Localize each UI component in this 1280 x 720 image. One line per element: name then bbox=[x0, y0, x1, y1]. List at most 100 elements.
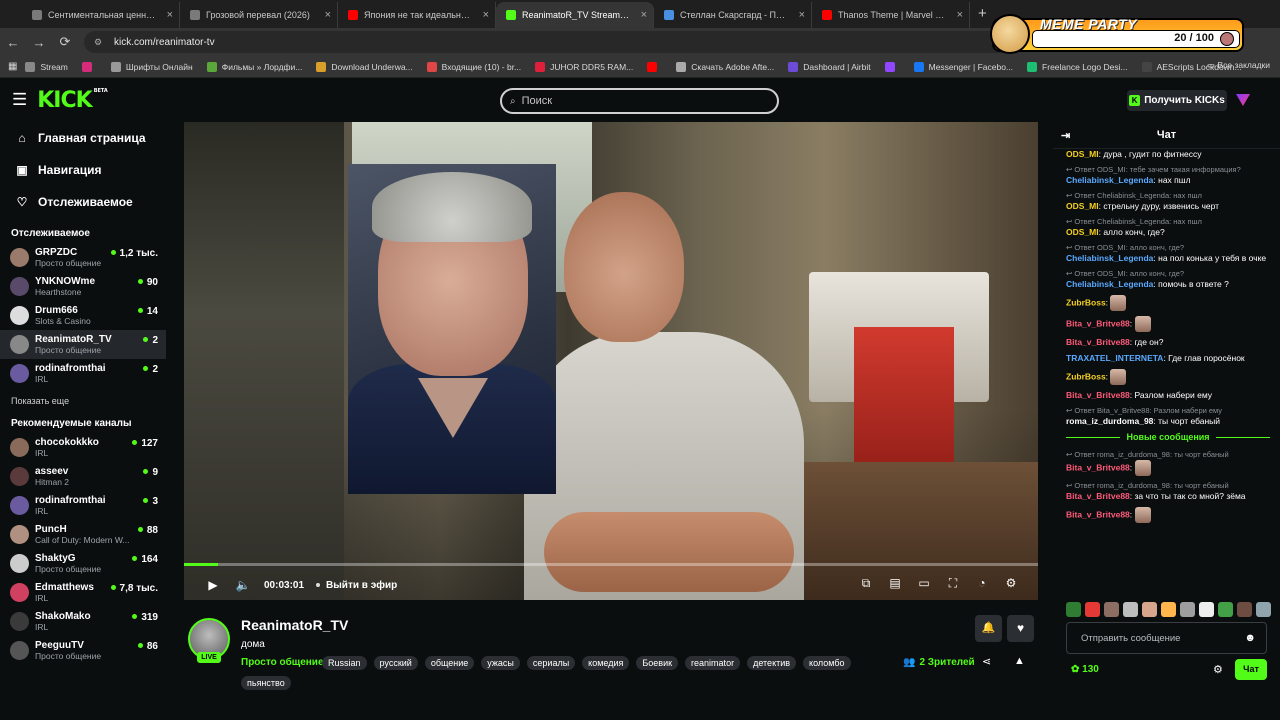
theater-mode-icon[interactable]: ▭ bbox=[913, 576, 935, 591]
show-more-link[interactable]: Показать еще bbox=[0, 388, 166, 412]
profile-avatar-icon[interactable] bbox=[1220, 32, 1234, 46]
browser-tab[interactable]: ReanimatoR_TV Stream - Watch × bbox=[496, 2, 654, 28]
stream-tag[interactable]: комедия bbox=[582, 656, 630, 670]
kicks-balance[interactable]: ✿ 130 bbox=[1071, 664, 1099, 675]
stream-tag[interactable]: reanimator bbox=[685, 656, 741, 670]
stream-tag[interactable]: сериалы bbox=[526, 656, 576, 670]
chat-username[interactable]: Bita_v_Britve88 bbox=[1066, 337, 1130, 347]
chat-username[interactable]: ODS_MI bbox=[1066, 227, 1099, 237]
tab-close-icon[interactable]: × bbox=[799, 9, 805, 21]
emote-icon[interactable] bbox=[1123, 602, 1138, 617]
chat-username[interactable]: Cheliabinsk_Legenda bbox=[1066, 253, 1153, 263]
channel-item[interactable]: YNKNOWme Hearthstone 90 bbox=[0, 272, 166, 301]
channel-item[interactable]: asseev Hitman 2 9 bbox=[0, 462, 166, 491]
bookmark-item[interactable] bbox=[647, 61, 662, 72]
stream-tag[interactable]: Russian bbox=[322, 656, 367, 670]
tab-close-icon[interactable]: × bbox=[957, 9, 963, 21]
emote-icon[interactable] bbox=[1104, 602, 1119, 617]
back-icon[interactable]: ← bbox=[0, 35, 26, 50]
tab-close-icon[interactable]: × bbox=[167, 9, 173, 21]
report-icon[interactable]: ▲ bbox=[1014, 655, 1025, 667]
search-input[interactable]: ⌕ Поиск bbox=[500, 88, 779, 114]
stream-tag[interactable]: ужасы bbox=[481, 656, 520, 670]
share-icon[interactable]: ⋖ bbox=[982, 655, 991, 668]
all-bookmarks-link[interactable]: ▭ Все закладки bbox=[1207, 60, 1270, 71]
bookmark-item[interactable]: Шрифты Онлайн bbox=[110, 61, 193, 72]
browser-tab[interactable]: Грозовой перевал (2026) × bbox=[180, 2, 338, 28]
browser-tab[interactable]: Сентиментальная ценность (2 × bbox=[22, 2, 180, 28]
notification-bell-button[interactable]: 🔔 bbox=[975, 615, 1002, 642]
bookmark-item[interactable]: Фильмы » Лордфи... bbox=[206, 61, 302, 72]
chat-username[interactable]: Bita_v_Britve88 bbox=[1066, 390, 1130, 400]
nav-item[interactable]: ♡ Отслеживаемое bbox=[0, 186, 166, 218]
browser-tab[interactable]: Стеллан Скарсгард - Поиск в × bbox=[654, 2, 812, 28]
streamer-name[interactable]: ReanimatoR_TV bbox=[241, 617, 348, 633]
chat-username[interactable]: Cheliabinsk_Legenda bbox=[1066, 279, 1153, 289]
video-player[interactable]: ▶ 🔈 00:03:01 Выйти в эфир ⧉ ▤ ▭ ⛶ ◔ ⚙ bbox=[184, 122, 1038, 600]
chat-username[interactable]: Cheliabinsk_Legenda bbox=[1066, 175, 1153, 185]
apps-grid-icon[interactable]: ▦ bbox=[8, 61, 17, 72]
chat-settings-icon[interactable]: ⚙ bbox=[1213, 663, 1223, 676]
emote-icon[interactable] bbox=[1085, 602, 1100, 617]
bookmark-item[interactable]: Download Underwa... bbox=[316, 61, 413, 72]
stream-tag[interactable]: русский bbox=[373, 656, 418, 670]
stream-tag[interactable]: коломбо bbox=[803, 656, 851, 670]
emote-icon[interactable] bbox=[1218, 602, 1233, 617]
stream-tag[interactable]: общение bbox=[424, 656, 475, 670]
channel-item[interactable]: GRPZDC Просто общение 1,2 тыс. bbox=[0, 243, 166, 272]
kick-logo[interactable]: KICK BETA bbox=[37, 88, 108, 113]
emote-icon[interactable] bbox=[1066, 602, 1081, 617]
chat-username[interactable]: TRAXATEL_INTERNETA bbox=[1066, 353, 1163, 363]
settings-icon[interactable]: ⚙ bbox=[1000, 576, 1022, 591]
chat-username[interactable]: ZubrBoss bbox=[1066, 297, 1106, 307]
collapse-chat-icon[interactable]: ⇥ bbox=[1061, 129, 1070, 142]
pip-icon[interactable]: ⧉ bbox=[855, 576, 877, 591]
stream-tag[interactable]: пьянство bbox=[241, 676, 291, 690]
reload-icon[interactable]: ⟳ bbox=[52, 34, 78, 50]
channel-item[interactable]: PeeguuTV Просто общение 86 bbox=[0, 636, 166, 665]
bookmark-item[interactable]: Messenger | Facebo... bbox=[913, 61, 1013, 72]
go-live-button[interactable]: Выйти в эфир bbox=[316, 580, 397, 591]
emote-icon[interactable] bbox=[1256, 602, 1271, 617]
clip-icon[interactable]: ▤ bbox=[884, 576, 906, 591]
chat-username[interactable]: Bita_v_Britve88 bbox=[1066, 462, 1130, 472]
fullscreen-icon[interactable]: ⛶ bbox=[942, 576, 964, 591]
stream-tag[interactable]: Боевик bbox=[636, 656, 679, 670]
tab-close-icon[interactable]: × bbox=[325, 9, 331, 21]
bookmark-item[interactable]: Входящие (10) - br... bbox=[426, 61, 521, 72]
menu-icon[interactable]: ☰ bbox=[12, 90, 27, 110]
nav-item[interactable]: ⌂ Главная страница bbox=[0, 122, 166, 154]
browser-tab[interactable]: Thanos Theme | Marvel Cine × bbox=[812, 2, 970, 28]
bookmark-item[interactable]: Freelance Logo Desi... bbox=[1027, 61, 1128, 72]
emote-icon[interactable] bbox=[1142, 602, 1157, 617]
chat-username[interactable]: ZubrBoss bbox=[1066, 371, 1106, 381]
forward-icon[interactable]: → bbox=[26, 35, 52, 50]
chat-username[interactable]: ODS_MI bbox=[1066, 201, 1099, 211]
chat-username[interactable]: Bita_v_Britve88 bbox=[1066, 509, 1130, 519]
chat-username[interactable]: roma_iz_durdoma_98 bbox=[1066, 416, 1153, 426]
meme-party-extension[interactable]: MEME PARTY 20 / 100 bbox=[990, 14, 1244, 54]
stream-category[interactable]: Просто общение bbox=[241, 657, 324, 668]
stats-icon[interactable]: ◔ bbox=[971, 576, 993, 591]
chat-username[interactable]: ODS_MI bbox=[1066, 149, 1099, 159]
chat-username[interactable]: Bita_v_Britve88 bbox=[1066, 318, 1130, 328]
url-input[interactable]: ⚙ kick.com/reanimator-tv bbox=[84, 31, 1014, 53]
channel-item[interactable]: rodinafromthai IRL 2 bbox=[0, 359, 166, 388]
site-settings-icon[interactable]: ⚙ bbox=[94, 37, 106, 47]
chat-message-input[interactable]: Отправить сообщение ☻ bbox=[1066, 622, 1267, 654]
emote-icon[interactable] bbox=[1199, 602, 1214, 617]
bookmark-item[interactable]: Stream bbox=[25, 61, 68, 72]
tab-close-icon[interactable]: × bbox=[483, 9, 489, 21]
emote-icon[interactable] bbox=[1237, 602, 1252, 617]
emote-icon[interactable] bbox=[1180, 602, 1195, 617]
emote-icon[interactable] bbox=[1161, 602, 1176, 617]
follow-heart-button[interactable]: ♥ bbox=[1007, 615, 1034, 642]
channel-item[interactable]: PuncH Call of Duty: Modern W... 88 bbox=[0, 520, 166, 549]
channel-item[interactable]: rodinafromthai IRL 3 bbox=[0, 491, 166, 520]
tab-close-icon[interactable]: × bbox=[641, 9, 647, 21]
stream-tag[interactable]: детектив bbox=[747, 656, 797, 670]
send-chat-button[interactable]: Чат bbox=[1235, 659, 1267, 680]
browser-tab[interactable]: Япония не так идеальна, как т × bbox=[338, 2, 496, 28]
channel-item[interactable]: chocokokkko IRL 127 bbox=[0, 433, 166, 462]
channel-item[interactable]: ShaktyG Просто общение 164 bbox=[0, 549, 166, 578]
